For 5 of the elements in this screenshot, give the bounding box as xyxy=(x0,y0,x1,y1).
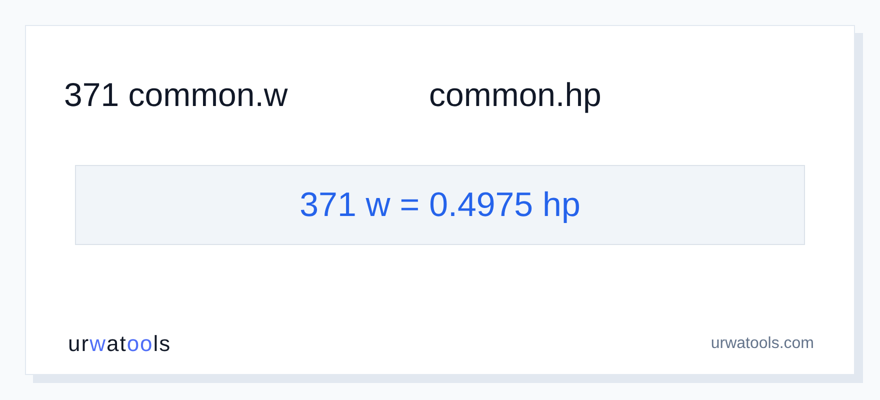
result-text: 371 w = 0.4975 hp xyxy=(300,184,580,226)
target-unit-label: common.hp xyxy=(429,75,602,115)
site-url: urwatools.com xyxy=(710,334,814,354)
logo: urwatools xyxy=(68,330,172,358)
source-unit-label: 371 common.w xyxy=(64,75,289,115)
